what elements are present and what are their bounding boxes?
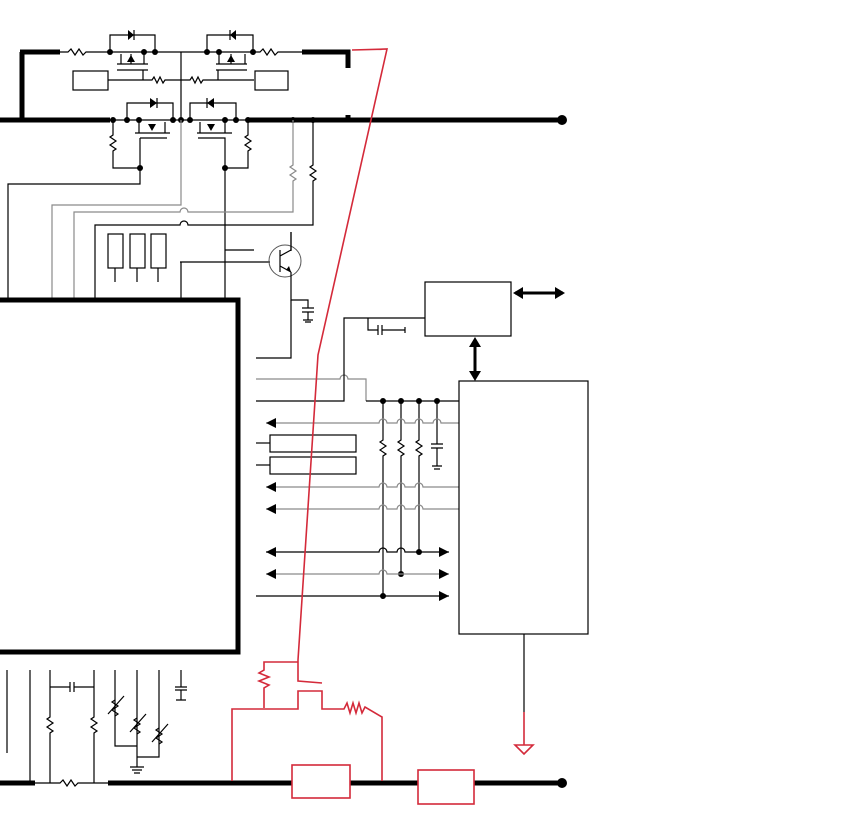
sense-network <box>6 670 187 783</box>
pdsg-box <box>254 70 289 91</box>
breg-transistor <box>256 232 314 359</box>
power-path-top <box>19 30 351 120</box>
top-pin-labels <box>107 233 167 282</box>
power-bus-bottom <box>0 778 567 788</box>
schematic <box>0 30 589 805</box>
can-transceiver <box>424 281 565 381</box>
chg-logic-out <box>256 456 357 475</box>
power-bus-main <box>0 98 567 171</box>
mcu <box>458 380 589 712</box>
sense-wires <box>7 120 318 298</box>
dsg-logic-out <box>256 434 357 453</box>
pchg-box <box>72 70 109 91</box>
battery-monitor-ic <box>0 297 241 655</box>
